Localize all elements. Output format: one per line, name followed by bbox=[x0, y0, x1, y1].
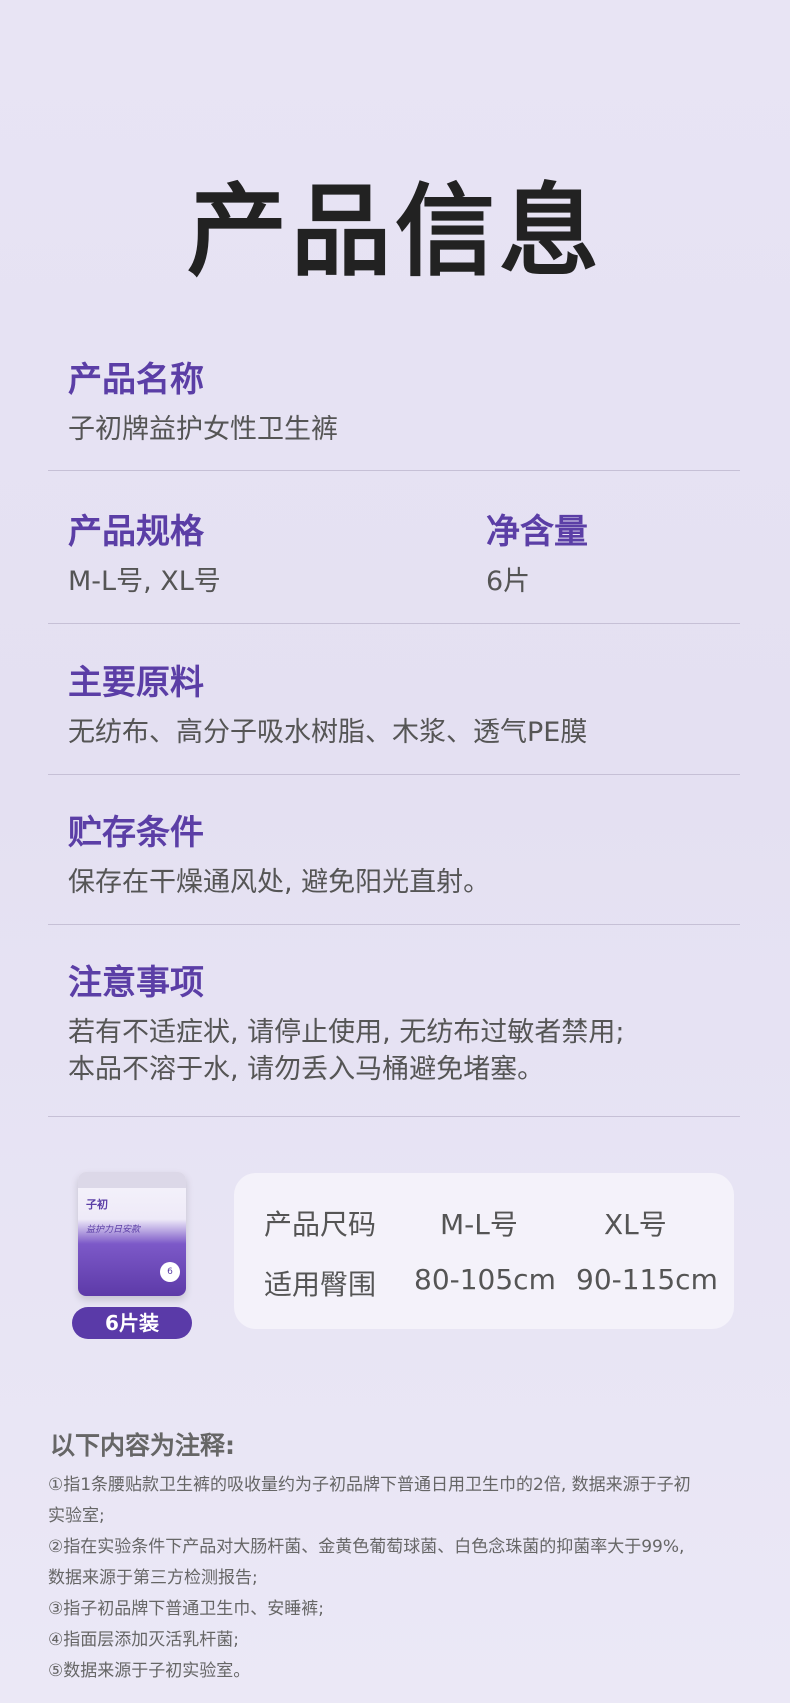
storage-value: 保存在干燥通风处, 避免阳光直射。 bbox=[68, 867, 491, 898]
note-item: 数据来源于第三方检测报告; bbox=[48, 1568, 258, 1588]
divider bbox=[48, 774, 740, 775]
storage-label: 贮存条件 bbox=[68, 813, 204, 853]
size-ml: M-L号 bbox=[440, 1208, 518, 1241]
notice-line: 若有不适症状, 请停止使用, 无纺布过敏者禁用; bbox=[68, 1017, 625, 1048]
note-item: ③指子初品牌下普通卫生巾、安睡裤; bbox=[48, 1599, 324, 1619]
materials-label: 主要原料 bbox=[68, 663, 204, 703]
divider bbox=[48, 1116, 740, 1117]
notice-value: 若有不适症状, 请停止使用, 无纺布过敏者禁用; 本品不溶于水, 请勿丢入马桶避… bbox=[68, 1014, 748, 1088]
notice-line: 本品不溶于水, 请勿丢入马桶避免堵塞。 bbox=[68, 1054, 545, 1085]
size-table: 产品尺码 M-L号 XL号 适用臀围 80-105cm 90-115cm bbox=[234, 1173, 734, 1329]
note-item: ⑤数据来源于子初实验室。 bbox=[48, 1661, 251, 1681]
net-content-value: 6片 bbox=[486, 566, 531, 597]
size-row: 适用臀围 80-105cm 90-115cm bbox=[234, 1263, 734, 1303]
package-count: 6 bbox=[160, 1262, 180, 1282]
note-item: ①指1条腰贴款卫生裤的吸收量约为子初品牌下普通日用卫生巾的2倍, 数据来源于子初 bbox=[48, 1475, 691, 1495]
materials-section: 主要原料 无纺布、高分子吸水树脂、木浆、透气PE膜 bbox=[68, 655, 748, 751]
size-row: 产品尺码 M-L号 XL号 bbox=[234, 1203, 734, 1243]
notes-list: ①指1条腰贴款卫生裤的吸收量约为子初品牌下普通日用卫生巾的2倍, 数据来源于子初… bbox=[48, 1470, 738, 1687]
net-content-section: 净含量 6片 bbox=[486, 504, 736, 600]
product-package-image: 子初 益护力日安款 6 bbox=[78, 1172, 186, 1296]
note-item: 实验室; bbox=[48, 1506, 105, 1526]
product-name-label: 产品名称 bbox=[68, 360, 204, 400]
note-item: ④指面层添加灭活乳杆菌; bbox=[48, 1630, 239, 1650]
divider bbox=[48, 470, 740, 471]
notice-label: 注意事项 bbox=[68, 963, 204, 1003]
page-title: 产品信息 bbox=[187, 173, 603, 290]
storage-section: 贮存条件 保存在干燥通风处, 避免阳光直射。 bbox=[68, 805, 748, 901]
hip-label: 适用臀围 bbox=[264, 1268, 377, 1301]
notes-title: 以下内容为注释: bbox=[50, 1431, 235, 1460]
package-name: 益护力日安款 bbox=[86, 1225, 141, 1235]
product-name-value: 子初牌益护女性卫生裤 bbox=[68, 414, 338, 445]
package-seal bbox=[78, 1172, 186, 1188]
size-xl: XL号 bbox=[604, 1208, 667, 1241]
size-header-label: 产品尺码 bbox=[264, 1208, 377, 1241]
notice-section: 注意事项 若有不适症状, 请停止使用, 无纺布过敏者禁用; 本品不溶于水, 请勿… bbox=[68, 955, 748, 1088]
divider bbox=[48, 623, 740, 624]
pack-count-badge: 6片装 bbox=[72, 1307, 192, 1339]
materials-value: 无纺布、高分子吸水树脂、木浆、透气PE膜 bbox=[68, 717, 588, 748]
product-name-section: 产品名称 子初牌益护女性卫生裤 bbox=[68, 352, 748, 448]
divider bbox=[48, 924, 740, 925]
note-item: ②指在实验条件下产品对大肠杆菌、金黄色葡萄球菌、白色念珠菌的抑菌率大于99%, bbox=[48, 1537, 685, 1557]
hip-xl: 90-115cm bbox=[576, 1263, 718, 1296]
package-brand: 子初 bbox=[86, 1198, 108, 1211]
hip-ml: 80-105cm bbox=[414, 1263, 556, 1296]
net-content-label: 净含量 bbox=[486, 512, 588, 552]
